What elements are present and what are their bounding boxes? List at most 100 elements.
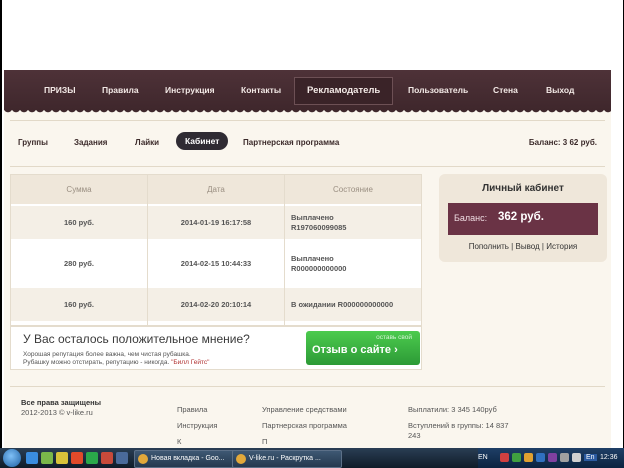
taskbar: Новая вкладка - Goo... V-like.ru - Раскр… [0, 448, 624, 468]
window-border-left [0, 0, 2, 448]
chrome-icon [138, 454, 148, 464]
skype-icon[interactable] [41, 452, 53, 464]
table-row: 280 руб. 2014-02-15 10:44:33 Выплачено R… [11, 247, 421, 280]
tab-tasks[interactable]: Задания [74, 138, 107, 147]
header-balance: Баланс: 3 62 руб. [528, 138, 597, 147]
status-text: В ожидании R000000000000 [291, 299, 394, 309]
footer-rights: Все права защищены [21, 398, 102, 407]
footer-divider [10, 386, 605, 387]
network-icon[interactable] [560, 453, 569, 462]
column-header-status: Состояние [285, 175, 421, 204]
opera-icon[interactable] [71, 452, 83, 464]
balance-label: Баланс: [454, 213, 488, 223]
cell-date: 2014-01-19 16:17:58 [180, 218, 252, 227]
tab-likes[interactable]: Лайки [135, 138, 159, 147]
cell-sum: 160 руб. [64, 300, 94, 309]
personal-cabinet: Личный кабинет Баланс: 362 руб. Пополнит… [439, 174, 607, 262]
tray-icon[interactable] [536, 453, 545, 462]
browser-page: ПРИЗЫ Правила Инструкция Контакты Реклам… [4, 70, 611, 448]
table-row: 160 руб. 2014-01-19 16:17:58 Выплачено R… [11, 206, 421, 239]
status-wallet: R197060099085 [291, 222, 347, 232]
language-indicator[interactable]: EN [478, 454, 488, 461]
task-label: V-like.ru - Раскрутка ... [249, 455, 321, 462]
footer-link-rules[interactable]: Правила [177, 402, 217, 418]
cell-status: Выплачено R197060099085 [285, 206, 421, 239]
task-new-tab[interactable]: Новая вкладка - Goo... [134, 450, 242, 468]
nav-logout[interactable]: Выход [546, 70, 574, 110]
clock[interactable]: 12:36 [600, 454, 618, 461]
tab-partner-program[interactable]: Партнерская программа [243, 138, 339, 147]
cell-date: 2014-02-15 10:44:33 [180, 259, 252, 268]
promo-quote: "Билл Гейтс" [171, 359, 210, 366]
nav-advertiser[interactable]: Рекламодатель [294, 77, 394, 105]
footer-links-col-2: Управление средствами Партнерская програ… [262, 402, 347, 450]
sub-nav: Группы Задания Лайки Кабинет Партнерская… [4, 122, 611, 166]
cell-sum: 280 руб. [64, 259, 94, 268]
column-header-sum: Сумма [11, 175, 147, 204]
nav-instructions[interactable]: Инструкция [165, 70, 215, 110]
cell-date: 2014-02-20 20:10:14 [180, 300, 252, 309]
table-row: 160 руб. 2014-02-20 20:10:14 В ожидании … [11, 288, 421, 321]
status-wallet: R000000000000 [291, 263, 347, 273]
status-text: Выплачено [291, 253, 334, 263]
balance-value: 362 руб. [498, 211, 544, 223]
cell-sum: 160 руб. [64, 218, 94, 227]
divider [10, 166, 605, 167]
tray-icon[interactable] [524, 453, 533, 462]
payments-table: Сумма Дата Состояние 160 руб. 2014-01-19… [10, 174, 422, 326]
nav-rules[interactable]: Правила [102, 70, 139, 110]
column-separator [147, 175, 148, 325]
task-vlike[interactable]: V-like.ru - Раскрутка ... [232, 450, 342, 468]
tray-icon[interactable] [500, 453, 509, 462]
tray-icon[interactable] [512, 453, 521, 462]
desktop-icon[interactable] [116, 452, 128, 464]
footer-link-instructions[interactable]: Инструкция [177, 418, 217, 434]
promo-line-1: Хорошая репутация более важна, чем чиста… [23, 351, 191, 358]
volume-icon[interactable] [572, 453, 581, 462]
button-caption: оставь свой [376, 334, 412, 341]
task-label: Новая вкладка - Goo... [151, 455, 225, 462]
cabinet-title: Личный кабинет [482, 183, 564, 194]
nav-wall[interactable]: Стена [493, 70, 518, 110]
review-promo: У Вас осталось положительное мнение? Хор… [10, 326, 422, 370]
footer-stats: Выплатили: 3 345 140руб Вступлений в гру… [408, 402, 509, 441]
column-separator [284, 175, 285, 325]
cabinet-balance: Баланс: 362 руб. [448, 203, 598, 235]
promo-text: Хорошая репутация более важна, чем чиста… [23, 351, 209, 367]
promo-title: У Вас осталось положительное мнение? [23, 332, 250, 346]
column-header-date: Дата [148, 175, 284, 204]
chrome-icon[interactable] [86, 452, 98, 464]
footer-year: 2012-2013 © v-like.ru [21, 408, 93, 417]
tab-groups[interactable]: Группы [18, 138, 48, 147]
divider [10, 120, 605, 121]
stat-joins: Вступлений в группы: 14 837 [408, 421, 509, 430]
nav-prizes[interactable]: ПРИЗЫ [44, 70, 76, 110]
footer-links-col-1: Правила Инструкция К [177, 402, 217, 450]
status-text: Выплачено [291, 212, 334, 222]
footer-copyright: Все права защищены 2012-2013 © v-like.ru [21, 398, 101, 418]
folder-icon[interactable] [56, 452, 68, 464]
start-button[interactable] [3, 449, 21, 467]
stat-payouts: Выплатили: 3 345 140руб [408, 405, 497, 414]
media-icon[interactable] [101, 452, 113, 464]
cabinet-links: Пополнить | Вывод | История [439, 242, 607, 251]
history-link[interactable]: История [546, 242, 577, 251]
leave-review-button[interactable]: оставь свой Отзыв о сайте › [306, 331, 420, 365]
tab-cabinet[interactable]: Кабинет [176, 132, 229, 150]
top-up-link[interactable]: Пополнить [469, 242, 509, 251]
tray-icon[interactable] [548, 453, 557, 462]
nav-user[interactable]: Пользователь [408, 70, 468, 110]
system-tray: EN En 12:36 [478, 448, 624, 468]
footer-link-funds[interactable]: Управление средствами [262, 402, 347, 418]
stat-joins-cont: 243 [408, 431, 421, 440]
main-nav: ПРИЗЫ Правила Инструкция Контакты Реклам… [4, 70, 611, 115]
nav-contacts[interactable]: Контакты [241, 70, 281, 110]
promo-line-2: Рубашку можно отстирать, репутацию - ник… [23, 359, 170, 366]
cell-status: Выплачено R000000000000 [285, 247, 421, 280]
cell-status: В ожидании R000000000000 [285, 288, 421, 321]
withdraw-link[interactable]: Вывод [515, 242, 539, 251]
footer-link-partner[interactable]: Партнерская программа [262, 418, 347, 434]
language-indicator[interactable]: En [584, 454, 597, 461]
ie-icon[interactable] [26, 452, 38, 464]
button-label: Отзыв о сайте › [312, 344, 398, 356]
